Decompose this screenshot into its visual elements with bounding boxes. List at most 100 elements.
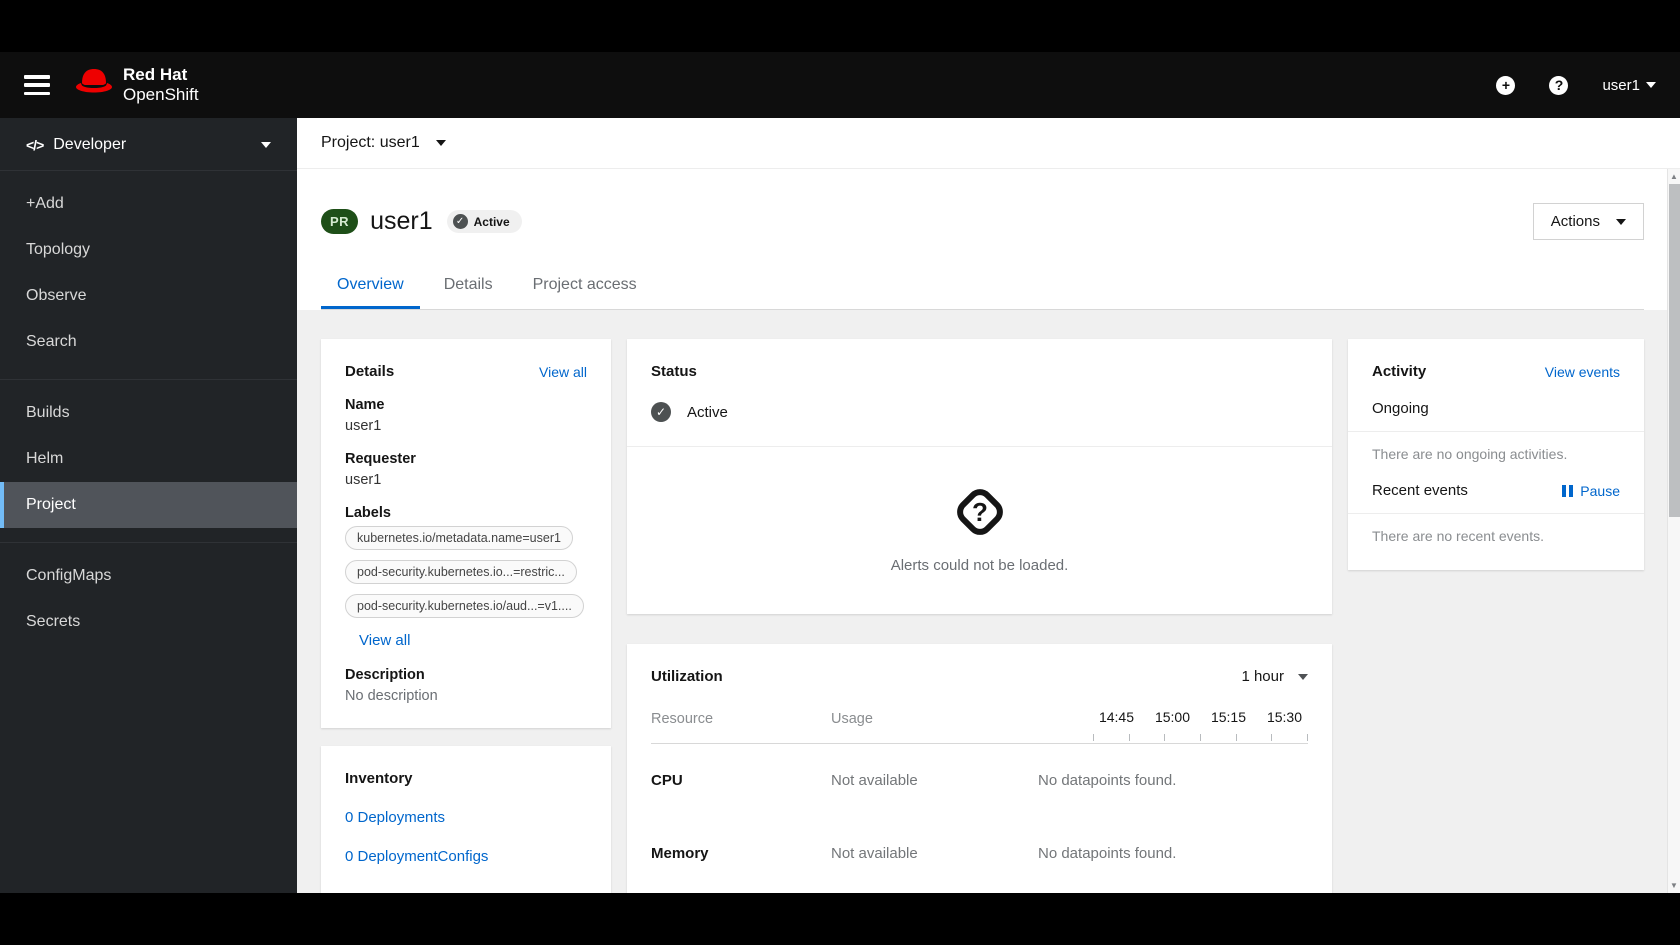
description-value: No description (345, 688, 438, 704)
resource-name: CPU (651, 772, 683, 789)
tab-bar: Overview Details Project access (321, 266, 1644, 310)
svg-text:?: ? (972, 497, 988, 527)
inventory-card: Inventory 0 Deployments 0 DeploymentConf… (321, 746, 611, 893)
pause-icon (1562, 484, 1574, 497)
chevron-down-icon (1298, 673, 1308, 680)
sidebar-item-secrets[interactable]: Secrets (0, 599, 297, 645)
perspective-label: Developer (53, 136, 127, 153)
resource-usage: Not available (831, 845, 918, 862)
usage-column-header: Usage (831, 711, 873, 727)
check-circle-icon: ✓ (651, 402, 671, 422)
redhat-fedora-icon (74, 66, 114, 105)
requester-label: Requester (345, 451, 416, 467)
inventory-deployments-link[interactable]: 0 Deployments (345, 809, 587, 826)
code-icon: </> (26, 137, 44, 153)
time-tick-label: 15:15 (1210, 709, 1247, 725)
sidebar-item-topology[interactable]: Topology (0, 227, 297, 273)
description-label: Description (345, 667, 425, 683)
labels-label: Labels (345, 505, 391, 521)
status-badge: ✓ Active (446, 210, 522, 233)
label-chip: kubernetes.io/metadata.name=user1 (345, 526, 573, 550)
time-tick-label: 14:45 (1098, 709, 1135, 725)
utilization-row-cpu: CPU Not available No datapoints found. (651, 744, 1308, 817)
inventory-deploymentconfigs-link[interactable]: 0 DeploymentConfigs (345, 848, 587, 865)
scroll-up-icon[interactable]: ▲ (1668, 172, 1680, 181)
pause-button[interactable]: Pause (1562, 483, 1620, 499)
resource-column-header: Resource (651, 711, 714, 727)
actions-button-label: Actions (1550, 213, 1600, 230)
utilization-card: Utilization 1 hour Resource Usage 14:45 … (627, 644, 1332, 893)
chevron-down-icon (435, 140, 446, 146)
inventory-card-title: Inventory (345, 770, 413, 787)
name-value: user1 (345, 418, 382, 434)
status-badge-label: Active (473, 214, 510, 229)
project-selector-label: Project: user1 (321, 134, 420, 151)
vertical-scrollbar[interactable]: ▲ ▼ (1667, 169, 1680, 893)
project-bar: Project: user1 (297, 118, 1680, 169)
time-tick-label: 15:30 (1266, 709, 1303, 725)
scroll-down-icon[interactable]: ▼ (1668, 881, 1680, 890)
page-header: PR user1 ✓ Active Actions Overview Detai… (297, 169, 1680, 310)
details-card: Details View all Name user1 Requester us… (321, 339, 611, 728)
ongoing-empty-text: There are no ongoing activities. (1372, 446, 1568, 462)
sidebar-item-helm[interactable]: Helm (0, 436, 297, 482)
alerts-message: Alerts could not be loaded. (890, 557, 1069, 574)
labels-view-all-link[interactable]: View all (359, 632, 410, 649)
project-selector[interactable]: Project: user1 (321, 134, 446, 152)
recent-events-empty-text: There are no recent events. (1372, 528, 1544, 544)
utilization-card-title: Utilization (651, 668, 723, 685)
tab-project-access[interactable]: Project access (517, 266, 653, 309)
activity-card-title: Activity (1372, 363, 1427, 380)
resource-chart-empty: No datapoints found. (1038, 772, 1177, 789)
axis-ticks (1093, 734, 1308, 741)
duration-select[interactable]: 1 hour (1241, 668, 1308, 685)
sidebar-item-add[interactable]: +Add (0, 181, 297, 227)
utilization-row-memory: Memory Not available No datapoints found… (651, 817, 1308, 890)
perspective-switcher[interactable]: </> Developer (0, 118, 297, 171)
duration-value: 1 hour (1241, 668, 1284, 685)
redhat-openshift-logo: Red Hat OpenShift (74, 65, 199, 104)
unknown-alerts-icon: ? (956, 489, 1003, 535)
check-circle-icon: ✓ (452, 214, 468, 229)
tab-overview[interactable]: Overview (321, 266, 420, 309)
add-plus-circle-icon[interactable]: + (1496, 75, 1516, 95)
brand-product: OpenShift (123, 85, 199, 104)
actions-button[interactable]: Actions (1532, 203, 1644, 240)
hamburger-menu-icon[interactable] (24, 75, 50, 95)
name-label: Name (345, 397, 385, 413)
details-card-title: Details (345, 363, 395, 380)
status-value: Active (687, 403, 728, 421)
recent-events-label: Recent events (1372, 482, 1468, 499)
time-tick-label: 15:00 (1154, 709, 1191, 725)
overview-dashboard: Details View all Name user1 Requester us… (297, 310, 1680, 893)
user-menu[interactable]: user1 (1602, 77, 1656, 94)
sidebar-item-builds[interactable]: Builds (0, 390, 297, 436)
details-view-all-link[interactable]: View all (539, 364, 587, 380)
sidebar-item-search[interactable]: Search (0, 319, 297, 365)
openshift-console: Red Hat OpenShift + ? user1 </> Develope… (0, 52, 1680, 893)
page-title: user1 (370, 207, 433, 235)
tab-details[interactable]: Details (428, 266, 509, 309)
view-events-link[interactable]: View events (1545, 364, 1620, 380)
label-chip: pod-security.kubernetes.io/aud...=v1.... (345, 594, 584, 618)
status-card-title: Status (651, 363, 697, 380)
activity-card: Activity View events Ongoing There are n… (1348, 339, 1644, 570)
project-resource-badge: PR (321, 209, 359, 234)
chevron-down-icon (1616, 218, 1626, 225)
sidebar-item-configmaps[interactable]: ConfigMaps (0, 553, 297, 599)
chevron-down-icon (261, 142, 271, 148)
chevron-down-icon (1646, 82, 1656, 88)
scrollbar-thumb[interactable] (1669, 184, 1680, 518)
masthead: Red Hat OpenShift + ? user1 (0, 52, 1680, 118)
ongoing-label: Ongoing (1372, 400, 1429, 417)
label-chip: pod-security.kubernetes.io...=restric... (345, 560, 577, 584)
help-question-circle-icon[interactable]: ? (1549, 75, 1569, 95)
sidebar-item-observe[interactable]: Observe (0, 273, 297, 319)
pause-button-label: Pause (1580, 482, 1620, 499)
sidebar-item-project[interactable]: Project (0, 482, 297, 528)
brand-name: Red Hat (123, 65, 188, 85)
resource-chart-empty: No datapoints found. (1038, 845, 1177, 862)
alerts-section: ? Alerts could not be loaded. (627, 446, 1332, 614)
resource-usage: Not available (831, 772, 918, 789)
requester-value: user1 (345, 472, 382, 488)
